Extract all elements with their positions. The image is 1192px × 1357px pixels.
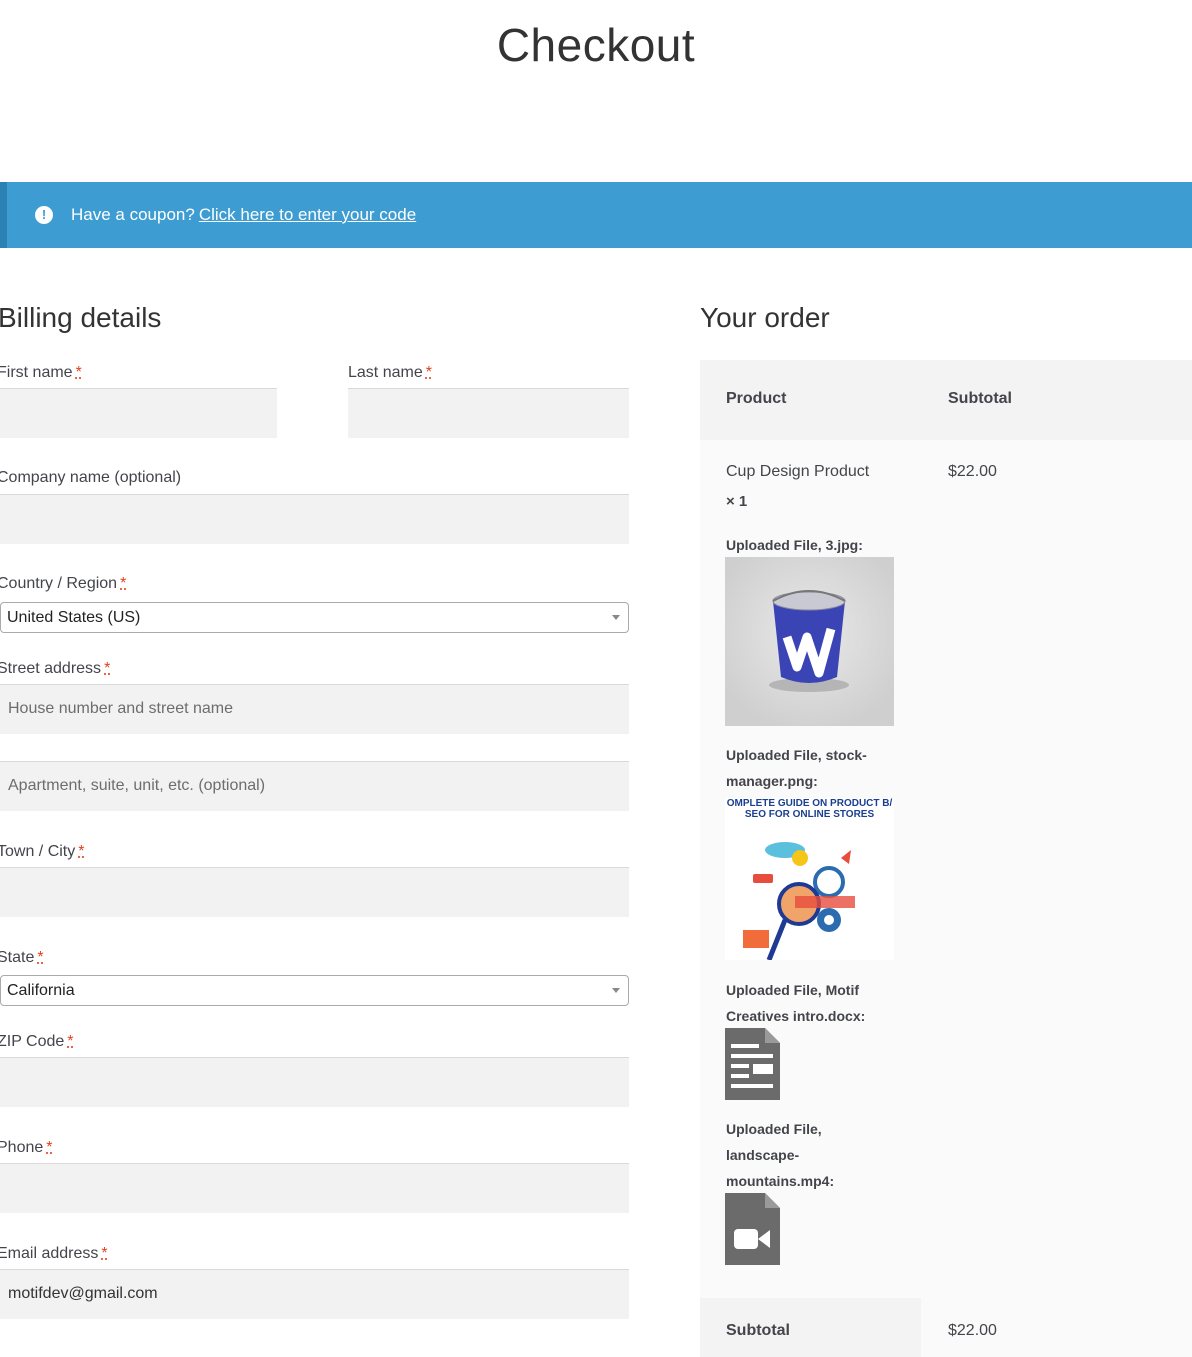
street-label: Street address * bbox=[0, 660, 111, 677]
coupon-text: Have a coupon? bbox=[71, 205, 195, 224]
seo-illustration-icon bbox=[743, 842, 855, 960]
file-label-docx: Uploaded File, Motif Creatives intro.doc… bbox=[726, 982, 866, 1024]
chevron-down-icon bbox=[612, 988, 620, 993]
state-select[interactable]: California bbox=[0, 975, 629, 1006]
seo-banner-line1: OMPLETE GUIDE ON PRODUCT B/ bbox=[726, 798, 893, 809]
street-address-2-input[interactable]: Apartment, suite, unit, etc. (optional) bbox=[0, 761, 629, 811]
coupon-link[interactable]: Click here to enter your code bbox=[199, 205, 416, 225]
video-icon bbox=[725, 1193, 780, 1270]
company-input[interactable] bbox=[0, 494, 629, 544]
coupon-notice: ! Have a coupon? Click here to enter you… bbox=[0, 182, 1192, 248]
item-qty: × 1 bbox=[726, 493, 748, 510]
last-name-label: Last name * bbox=[348, 364, 432, 381]
street-address-input[interactable]: House number and street name bbox=[0, 684, 629, 734]
country-value: United States (US) bbox=[7, 609, 141, 626]
info-icon: ! bbox=[35, 206, 53, 224]
first-name-input[interactable] bbox=[0, 388, 277, 438]
document-icon bbox=[725, 1028, 780, 1105]
phone-label: Phone * bbox=[0, 1139, 53, 1156]
company-label: Company name (optional) bbox=[0, 469, 182, 486]
chevron-down-icon bbox=[612, 615, 620, 620]
email-input[interactable]: motifdev@gmail.com bbox=[0, 1269, 629, 1319]
zip-input[interactable] bbox=[0, 1057, 629, 1107]
subtotal-label: Subtotal bbox=[726, 1322, 790, 1339]
paint-can-icon bbox=[769, 590, 849, 692]
col-subtotal: Subtotal bbox=[948, 390, 1012, 407]
state-label: State * bbox=[0, 949, 44, 966]
seo-banner-line2: SEO FOR ONLINE STORES bbox=[744, 809, 875, 820]
file-label-jpg: Uploaded File, 3.jpg: bbox=[726, 537, 863, 553]
subtotal-value: $22.00 bbox=[948, 1322, 997, 1339]
col-product: Product bbox=[726, 390, 787, 407]
city-input[interactable] bbox=[0, 867, 629, 917]
item-price: $22.00 bbox=[948, 463, 997, 480]
first-name-label: First name * bbox=[0, 364, 82, 381]
country-label: Country / Region * bbox=[0, 575, 127, 592]
uploaded-image-seo-guide: OMPLETE GUIDE ON PRODUCT B/ SEO FOR ONLI… bbox=[725, 798, 894, 960]
order-title: Your order bbox=[700, 302, 830, 333]
country-select[interactable]: United States (US) bbox=[0, 602, 629, 633]
item-name: Cup Design Product bbox=[726, 463, 870, 480]
billing-title: Billing details bbox=[0, 302, 162, 333]
file-label-mp4: Uploaded File, landscape- mountains.mp4: bbox=[726, 1121, 835, 1189]
file-label-png: Uploaded File, stock- manager.png: bbox=[726, 747, 867, 789]
phone-input[interactable] bbox=[0, 1163, 629, 1213]
zip-label: ZIP Code * bbox=[0, 1033, 74, 1050]
city-label: Town / City * bbox=[0, 843, 85, 860]
page-title: Checkout bbox=[496, 19, 696, 71]
state-value: California bbox=[7, 982, 75, 999]
uploaded-image-paint-can bbox=[725, 557, 894, 726]
email-label: Email address * bbox=[0, 1245, 108, 1262]
last-name-input[interactable] bbox=[348, 388, 629, 438]
